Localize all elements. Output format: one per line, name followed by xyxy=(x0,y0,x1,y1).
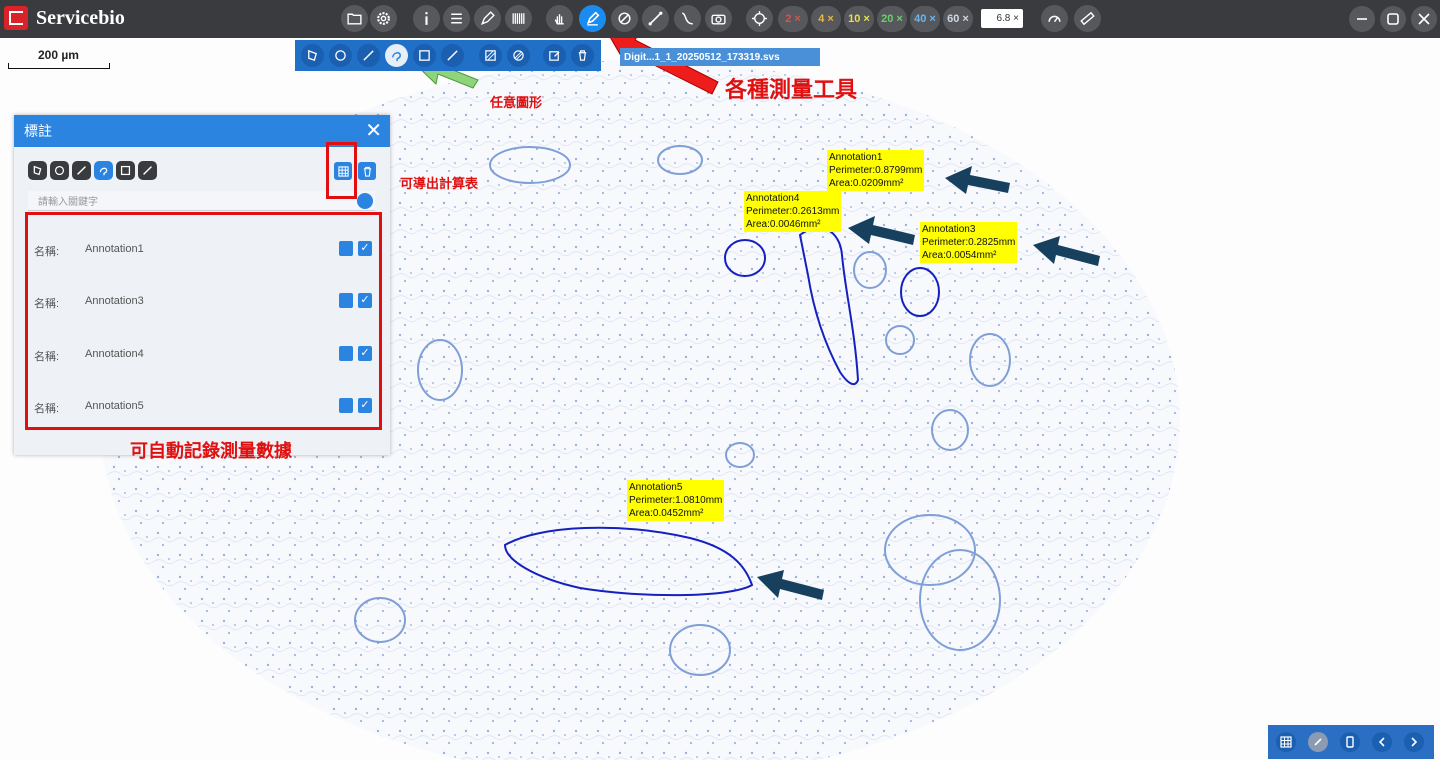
search-placeholder: 請輸入關鍵字 xyxy=(38,197,98,208)
annotation-label[interactable]: Annotation5 Perimeter:1.0810mm Area:0.04… xyxy=(627,480,725,521)
search-input[interactable]: 請輸入關鍵字 xyxy=(28,191,375,211)
hatch-circle-icon[interactable] xyxy=(507,44,530,67)
close-icon[interactable]: ✕ xyxy=(365,121,382,141)
edit-note-icon[interactable] xyxy=(543,44,566,67)
polygon-icon[interactable] xyxy=(28,161,47,180)
path-icon[interactable] xyxy=(674,5,701,32)
panel-title: 標註 xyxy=(24,123,52,139)
zoom-label: 2 × xyxy=(785,13,801,25)
folder-icon[interactable] xyxy=(341,5,368,32)
file-tab[interactable]: Digit...1_1_20250512_173319.svs xyxy=(620,48,820,66)
barcode-icon[interactable] xyxy=(505,5,532,32)
crosshair-icon[interactable] xyxy=(746,5,773,32)
camera-icon[interactable] xyxy=(705,5,732,32)
draw-tool-icon[interactable] xyxy=(579,5,606,32)
rectangle-icon[interactable] xyxy=(413,44,436,67)
eraser-icon[interactable] xyxy=(611,5,638,32)
zoom-label: 40 × xyxy=(914,13,936,25)
freehand-icon[interactable] xyxy=(385,44,408,67)
annotation-perimeter: Perimeter:0.2613mm xyxy=(746,206,840,217)
zoom-label: 20 × xyxy=(881,13,903,25)
zoom-label: 60 × xyxy=(947,13,969,25)
annotation-name: Annotation1 xyxy=(829,152,883,163)
annotation-label[interactable]: Annotation3 Perimeter:0.2825mm Area:0.00… xyxy=(920,222,1018,263)
annotation-name: Annotation4 xyxy=(746,193,800,204)
info-icon[interactable] xyxy=(413,5,440,32)
hand-icon[interactable] xyxy=(546,5,573,32)
top-toolbar: Servicebio 2 × 4 × 10 × 20 × 40 × 60 × 6… xyxy=(0,0,1440,38)
annotation-area: Area:0.0046mm² xyxy=(746,219,821,230)
annotation-perimeter: Perimeter:0.8799mm xyxy=(829,165,923,176)
zoom-20x-button[interactable]: 20 × xyxy=(877,6,907,32)
annotation-area: Area:0.0452mm² xyxy=(629,508,704,519)
zoom-label: 4 × xyxy=(818,13,834,25)
annotation-label[interactable]: Annotation4 Perimeter:0.2613mm Area:0.00… xyxy=(744,191,842,232)
annotation-label[interactable]: Annotation1 Perimeter:0.8799mm Area:0.02… xyxy=(827,150,925,191)
annotation-name: Annotation5 xyxy=(629,482,683,493)
brand-name: Servicebio xyxy=(36,6,125,29)
grid-icon[interactable] xyxy=(1276,732,1296,752)
annotation-area: Area:0.0054mm² xyxy=(922,250,997,261)
zoom-label: 10 × xyxy=(848,13,870,25)
tools-callout: 各種測量工具 xyxy=(725,77,858,102)
freehand-icon[interactable] xyxy=(94,161,113,180)
scale-bar xyxy=(8,63,110,69)
speedometer-icon[interactable] xyxy=(1041,5,1068,32)
slide-icon[interactable] xyxy=(1340,732,1360,752)
annotation-perimeter: Perimeter:1.0810mm xyxy=(629,495,723,506)
measure-tape-icon[interactable] xyxy=(1074,5,1101,32)
minimize-icon[interactable] xyxy=(1349,6,1375,32)
rectangle-icon[interactable] xyxy=(116,161,135,180)
trash-icon[interactable] xyxy=(571,44,594,67)
arrow-line-icon[interactable] xyxy=(441,44,464,67)
hatch-rect-icon[interactable] xyxy=(479,44,502,67)
record-highlight-frame xyxy=(25,212,382,430)
zoom-2x-button[interactable]: 2 × xyxy=(778,6,808,32)
annotation-perimeter: Perimeter:0.2825mm xyxy=(922,237,1016,248)
maximize-icon[interactable] xyxy=(1380,6,1406,32)
export-callout: 可導出計算表 xyxy=(400,176,479,191)
export-highlight-frame xyxy=(326,142,357,199)
logo: Servicebio xyxy=(4,6,125,30)
gear-icon[interactable] xyxy=(370,5,397,32)
shape-toolbar xyxy=(295,40,601,71)
chevron-right-icon[interactable] xyxy=(1404,732,1424,752)
annotation-area: Area:0.0209mm² xyxy=(829,178,904,189)
pen-icon[interactable] xyxy=(474,5,501,32)
zoom-level-input[interactable]: 6.8 × xyxy=(981,9,1023,28)
record-callout: 可自動記錄測量數據 xyxy=(130,441,292,461)
chevron-left-icon[interactable] xyxy=(1372,732,1392,752)
annotation-name: Annotation3 xyxy=(922,224,976,235)
arrow-line-icon[interactable] xyxy=(138,161,157,180)
scale-label: 200 µm xyxy=(38,48,79,62)
ruler-icon[interactable] xyxy=(642,5,669,32)
circle-icon[interactable] xyxy=(50,161,69,180)
bottom-nav-bar xyxy=(1268,725,1434,759)
close-icon[interactable] xyxy=(1411,6,1437,32)
line-icon[interactable] xyxy=(357,44,380,67)
circle-icon[interactable] xyxy=(329,44,352,67)
zoom-60x-button[interactable]: 60 × xyxy=(943,6,973,32)
zoom-40x-button[interactable]: 40 × xyxy=(910,6,940,32)
zoom-10x-button[interactable]: 10 × xyxy=(844,6,874,32)
search-icon[interactable] xyxy=(357,193,373,209)
delete-all-button[interactable] xyxy=(358,162,376,180)
polygon-icon[interactable] xyxy=(301,44,324,67)
link-icon[interactable] xyxy=(1308,732,1328,752)
line-icon[interactable] xyxy=(72,161,91,180)
zoom-4x-button[interactable]: 4 × xyxy=(811,6,841,32)
freehand-callout: 任意圖形 xyxy=(490,95,543,110)
list-icon[interactable] xyxy=(443,5,470,32)
